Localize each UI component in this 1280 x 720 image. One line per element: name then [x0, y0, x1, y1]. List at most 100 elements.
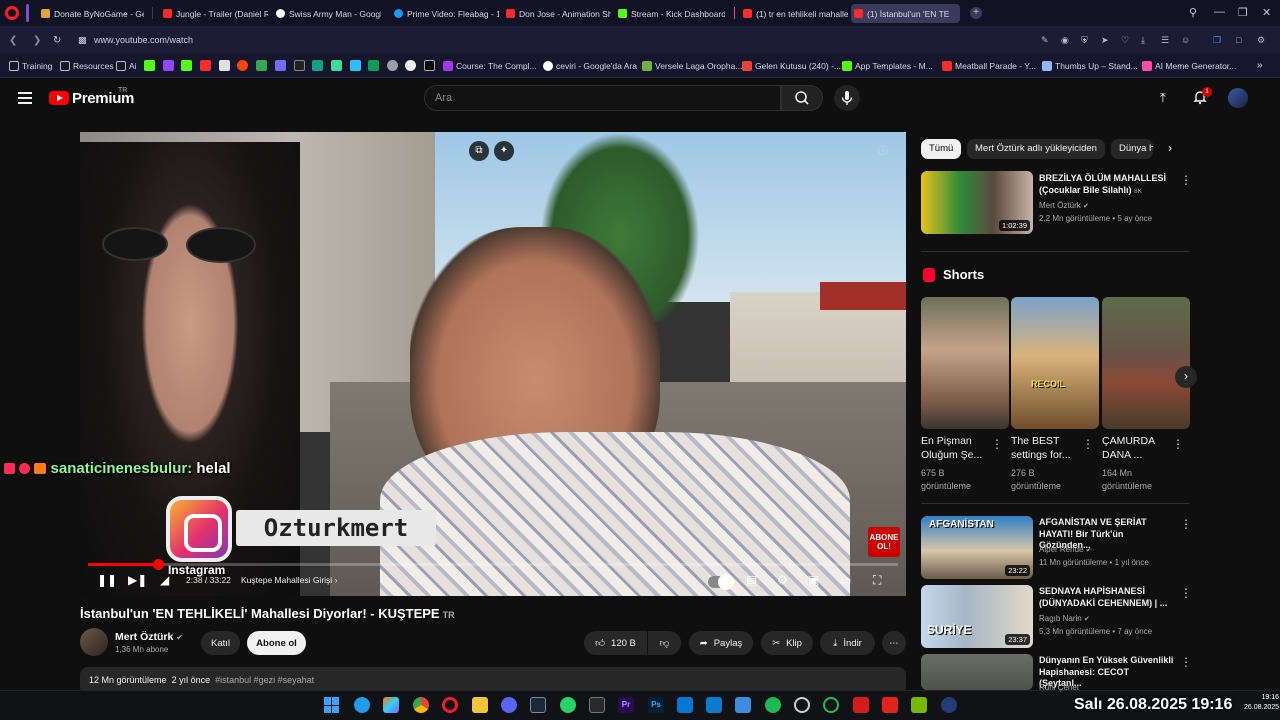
bookmark-udemy[interactable]: Course: The Compl... [443, 61, 537, 71]
premiere-pro-icon[interactable]: Pr [618, 697, 634, 713]
short-thumbnail[interactable] [921, 297, 1009, 429]
more-vertical-icon[interactable]: ⋮ [1172, 437, 1184, 451]
settings-icon[interactable]: ⚙ [1257, 35, 1267, 45]
youtube-bookmark-icon[interactable] [200, 60, 211, 71]
bookmark-icon[interactable] [275, 60, 286, 71]
hamburger-menu-icon[interactable] [18, 92, 32, 107]
bookmark-ai-meme-generator[interactable]: AI Meme Generator... [1142, 61, 1236, 71]
share-button[interactable]: ➦ Paylaş [689, 631, 753, 655]
url-field[interactable]: www.youtube.com/watch [94, 35, 193, 45]
bookmarks-overflow-icon[interactable]: » [1257, 60, 1263, 71]
obs-icon[interactable] [794, 697, 810, 713]
kick-bookmark-icon[interactable] [181, 60, 192, 71]
maximize-icon[interactable]: ❐ [1238, 6, 1248, 19]
menu-lines-icon[interactable]: ☰ [1161, 35, 1171, 45]
send-icon[interactable]: ➤ [1101, 35, 1111, 45]
github-bookmark-icon[interactable] [405, 60, 416, 71]
close-icon[interactable]: ✕ [1262, 6, 1271, 19]
settings-gear-icon[interactable]: ⚙ [777, 573, 788, 587]
download-icon[interactable]: ⤓ [1141, 35, 1151, 45]
bookmark-meatball-parade[interactable]: Meatball Parade - Y... [942, 61, 1036, 71]
chip-all[interactable]: Tümü [921, 139, 962, 159]
account-avatar[interactable] [1228, 88, 1248, 108]
info-icon[interactable]: ⓘ [878, 142, 888, 157]
recommended-channel[interactable]: Ragıb Narin ✔ [1039, 613, 1090, 626]
recommended-title[interactable]: BREZİLYA ÖLÜM MAHALLESİ (Çocuklar Bile S… [1039, 173, 1167, 197]
youtube-logo-icon[interactable] [49, 91, 69, 105]
steam-icon[interactable] [530, 697, 546, 713]
bookmark-versele-laga[interactable]: Versele Laga Oropha... [642, 61, 742, 71]
subscribe-button[interactable]: Abone ol [247, 631, 306, 655]
vscode-icon[interactable] [706, 697, 722, 713]
more-vertical-icon[interactable]: ⋮ [1180, 173, 1192, 187]
clip-button[interactable]: ✂ Klip [761, 631, 813, 655]
short-title[interactable]: The BEST settings for... [1011, 434, 1071, 462]
opera-logo-icon[interactable] [5, 6, 19, 20]
bookmark-icon[interactable] [294, 60, 305, 71]
recommended-thumbnail[interactable]: 1:02:39 [921, 171, 1033, 234]
photoshop-icon[interactable]: Ps [648, 697, 664, 713]
more-vertical-icon[interactable]: ⋮ [991, 437, 1003, 451]
app-grid-icon[interactable] [735, 697, 751, 713]
profile-icon[interactable]: ☺ [1181, 35, 1191, 45]
fullscreen-icon[interactable]: ⛶ [873, 573, 881, 588]
discord-icon[interactable] [501, 697, 517, 713]
download-button[interactable]: ⤓ İndir [820, 631, 875, 655]
back-icon[interactable]: ❮ [9, 35, 17, 46]
recommended-channel[interactable]: Alper Rende ✔ [1039, 544, 1092, 557]
upwork-icon[interactable] [823, 697, 839, 713]
subtitles-icon[interactable]: ▤ [746, 573, 757, 587]
more-actions-button[interactable]: ⋯ [882, 631, 906, 655]
x-bookmark-icon[interactable] [424, 60, 435, 71]
reddit-bookmark-icon[interactable] [237, 60, 248, 71]
progress-scrubber[interactable] [152, 559, 164, 570]
recommended-thumbnail[interactable]: AFGANİSTAN 23:22 [921, 516, 1033, 579]
site-info-icon[interactable]: ▩ [78, 35, 87, 46]
miniplayer-icon[interactable]: ▣ [808, 573, 819, 587]
sheets-bookmark-icon[interactable] [368, 60, 379, 71]
browser-tab[interactable]: Prime Video: Fleabag - 1. [391, 4, 499, 23]
next-icon[interactable]: ▶❚ [128, 573, 147, 587]
more-vertical-icon[interactable]: ⋮ [1180, 586, 1192, 600]
edge-icon[interactable] [354, 697, 370, 713]
like-button[interactable]: 👍︎ 120 B [584, 631, 647, 655]
epic-games-icon[interactable] [589, 697, 605, 713]
browser-tab[interactable]: Stream - Kick Dashboard [615, 4, 725, 23]
nvidia-icon[interactable] [911, 697, 927, 713]
short-title[interactable]: En Pişman Oluğum Şe... [921, 434, 982, 462]
recommended-title[interactable]: SEDNAYA HAPİSHANESİ (DÜNYADAKİ CEHENNEM) … [1039, 586, 1174, 609]
bookmark-folder-resources[interactable]: Resources [60, 61, 114, 71]
bookmark-icon[interactable] [331, 60, 342, 71]
pause-icon[interactable]: ❚❚ [97, 573, 117, 587]
bookmark-folder-training[interactable]: Training [9, 61, 52, 71]
recommended-channel[interactable]: Mert Öztürk ✔ [1039, 200, 1089, 213]
recommended-thumbnail[interactable]: SURİYE 23:37 [921, 585, 1033, 648]
bookmark-google-search[interactable]: ceviri - Google'da Ara [543, 61, 637, 71]
theater-mode-icon[interactable]: ▭ [840, 573, 851, 587]
autoplay-toggle[interactable] [708, 574, 734, 590]
acrobat-icon[interactable] [853, 697, 869, 713]
short-thumbnail[interactable] [1102, 297, 1190, 429]
bookmark-thumbs-up[interactable]: Thumbs Up – Stand... [1042, 61, 1138, 71]
forward-icon[interactable]: ❯ [33, 35, 41, 46]
whatsapp-icon[interactable] [560, 697, 576, 713]
bookmark-folder-ai[interactable]: Ai [116, 61, 137, 71]
bookmark-icon[interactable] [350, 60, 361, 71]
system-clock[interactable]: 19:16 26.08.2025 [1244, 693, 1279, 713]
recommended-channel[interactable]: Ruhi Çenet [1039, 682, 1079, 694]
browser-tab-active[interactable]: (1) İstanbul'un 'EN TE [851, 4, 960, 23]
browser-tab[interactable]: (1) tr en tehlikeli mahalle [740, 4, 848, 23]
more-vertical-icon[interactable]: ⋮ [1082, 437, 1094, 451]
chatgpt-bookmark-icon[interactable] [312, 60, 323, 71]
voice-search-button[interactable] [834, 85, 860, 111]
chrome-icon[interactable] [413, 697, 429, 713]
chapter-title[interactable]: Kuştepe Mahallesi Girişi › [241, 575, 337, 585]
filezilla-icon[interactable] [882, 697, 898, 713]
shorts-next-button[interactable]: › [1175, 366, 1197, 388]
edit-icon[interactable]: ✎ [1041, 35, 1051, 45]
recommended-thumbnail[interactable] [921, 654, 1033, 690]
aria-icon[interactable]: ❒ [1213, 35, 1223, 45]
file-explorer-icon[interactable] [472, 697, 488, 713]
more-vertical-icon[interactable]: ⋮ [1180, 655, 1192, 669]
short-thumbnail[interactable]: RECOIL [1011, 297, 1099, 429]
